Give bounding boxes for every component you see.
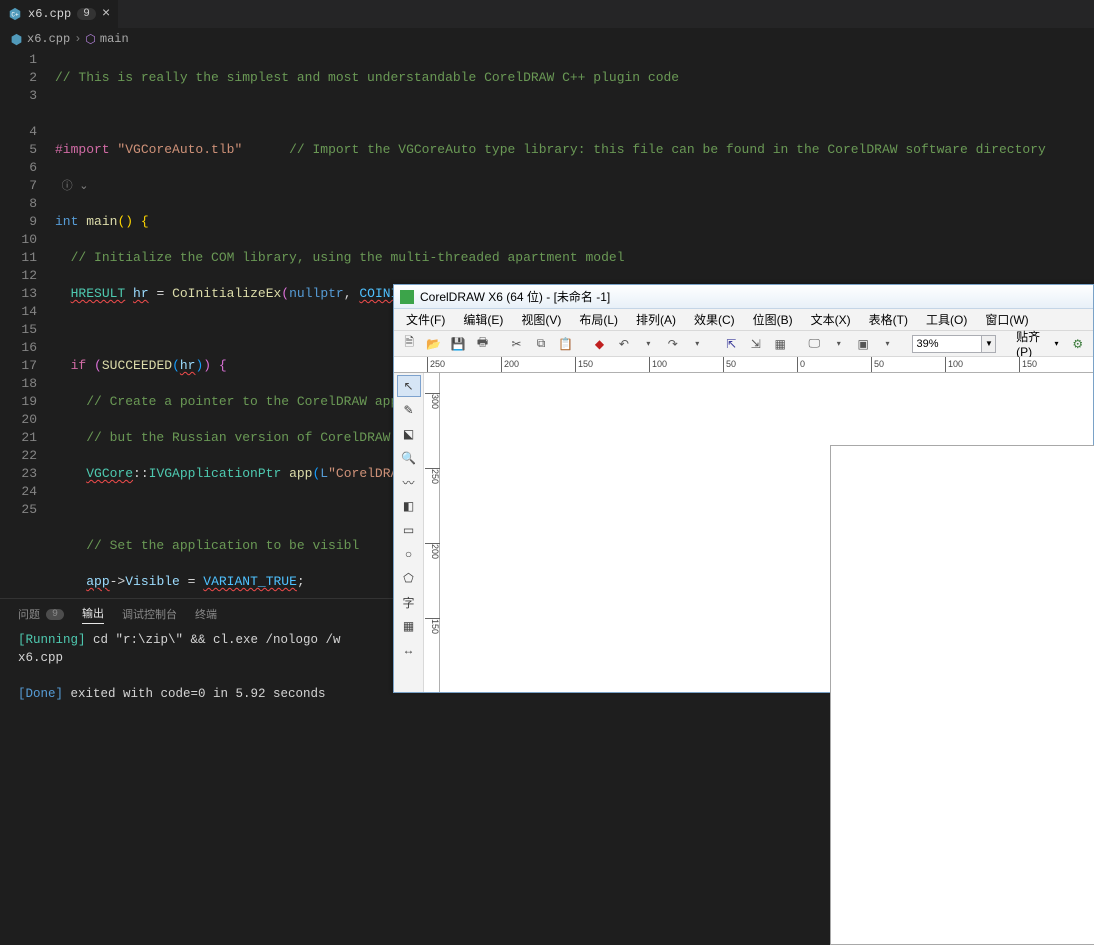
ellipse-tool-icon[interactable]: ○ — [397, 543, 421, 565]
new-file-icon[interactable]: 🗎 — [400, 334, 418, 354]
editor-tab-x6cpp[interactable]: C+ x6.cpp 9 × — [0, 0, 118, 28]
svg-text:C+: C+ — [11, 12, 19, 19]
tab-problem-badge: 9 — [77, 8, 96, 20]
open-file-icon[interactable]: 📂 — [424, 334, 442, 354]
import-icon[interactable]: ⇱ — [722, 334, 740, 354]
chevron-right-icon: › — [74, 32, 81, 46]
shape-tool-icon[interactable]: ✎ — [397, 399, 421, 421]
zoom-input[interactable] — [912, 335, 982, 353]
menu-view[interactable]: 视图(V) — [513, 309, 569, 330]
coreldraw-menubar: 文件(F) 编辑(E) 视图(V) 布局(L) 排列(A) 效果(C) 位图(B… — [394, 309, 1093, 331]
output-running-label: [Running] — [18, 633, 86, 647]
page-rectangle[interactable] — [830, 445, 1094, 945]
crop-tool-icon[interactable]: ⬕ — [397, 423, 421, 445]
pick-tool-icon[interactable]: ↖ — [397, 375, 421, 397]
launch-icon[interactable]: 🖵 — [805, 334, 823, 354]
horizontal-ruler[interactable]: 250 200 150 100 50 0 50 100 150 — [394, 357, 1093, 373]
undo-dd-icon[interactable]: ▾ — [639, 334, 657, 354]
save-icon[interactable]: 💾 — [449, 334, 467, 354]
redo-dd-icon[interactable]: ▾ — [688, 334, 706, 354]
options-icon[interactable]: ⚙ — [1069, 334, 1087, 354]
line-gutter: 1234567891011121314151617181920212223242… — [0, 50, 55, 598]
menu-text[interactable]: 文本(X) — [803, 309, 859, 330]
tab-terminal[interactable]: 终端 — [195, 606, 217, 622]
tab-output[interactable]: 输出 — [82, 605, 104, 624]
snap-dropdown[interactable]: 贴齐(P) ▾ — [1012, 328, 1062, 359]
editor-tab-bar: C+ x6.cpp 9 × — [0, 0, 1094, 28]
text-tool-icon[interactable]: 字 — [397, 591, 421, 613]
menu-tools[interactable]: 工具(O) — [918, 309, 975, 330]
menu-table[interactable]: 表格(T) — [861, 309, 916, 330]
menu-file[interactable]: 文件(F) — [398, 309, 453, 330]
menu-layout[interactable]: 布局(L) — [571, 309, 626, 330]
code-lens-icon[interactable]: ⓘ ⌄ — [55, 181, 88, 193]
coreldraw-toolbar: 🗎 📂 💾 🖶 ✂ ⧉ 📋 ◆ ↶ ▾ ↷ ▾ ⇱ ⇲ ▦ 🖵 ▾ ▣ ▾ ▼ … — [394, 331, 1093, 357]
breadcrumb: x6.cpp › ⬡ main — [0, 28, 1094, 50]
polygon-tool-icon[interactable]: ⬠ — [397, 567, 421, 589]
welcome-dd-icon[interactable]: ▾ — [878, 334, 896, 354]
redo-icon[interactable]: ↷ — [664, 334, 682, 354]
menu-edit[interactable]: 编辑(E) — [455, 309, 511, 330]
tab-filename: x6.cpp — [28, 7, 71, 21]
symbol-icon: ⬡ — [85, 32, 95, 47]
coreldraw-titlebar[interactable]: CorelDRAW X6 (64 位) - [未命名 -1] — [394, 285, 1093, 309]
cut-icon[interactable]: ✂ — [507, 334, 525, 354]
zoom-tool-icon[interactable]: 🔍 — [397, 447, 421, 469]
print-icon[interactable]: 🖶 — [473, 334, 491, 354]
export-icon[interactable]: ⇲ — [747, 334, 765, 354]
coreldraw-logo-icon — [400, 290, 414, 304]
rectangle-tool-icon[interactable]: ▭ — [397, 519, 421, 541]
zoom-combo[interactable]: ▼ — [912, 335, 996, 353]
paste-icon[interactable]: 📋 — [556, 334, 574, 354]
coreldraw-toolbox: ↖ ✎ ⬕ 🔍 〰 ◧ ▭ ○ ⬠ 字 ▦ ↔ — [394, 373, 424, 692]
tab-debug-console[interactable]: 调试控制台 — [122, 606, 177, 622]
copy-icon[interactable]: ⧉ — [532, 334, 550, 354]
chevron-down-icon[interactable]: ▼ — [982, 335, 996, 353]
breadcrumb-file[interactable]: x6.cpp — [27, 32, 70, 46]
coreldraw-title-text: CorelDRAW X6 (64 位) - [未命名 -1] — [420, 288, 610, 305]
menu-window[interactable]: 窗口(W) — [977, 309, 1036, 330]
breadcrumb-symbol[interactable]: main — [100, 32, 129, 46]
cpp-file-icon: C+ — [8, 7, 22, 21]
close-icon[interactable]: × — [102, 6, 110, 22]
welcome-icon[interactable]: ▣ — [854, 334, 872, 354]
cpp-file-icon — [10, 33, 23, 46]
launch-dd-icon[interactable]: ▾ — [830, 334, 848, 354]
coreldraw-canvas[interactable] — [440, 373, 1093, 692]
menu-effects[interactable]: 效果(C) — [686, 309, 743, 330]
menu-bitmap[interactable]: 位图(B) — [745, 309, 801, 330]
smart-fill-icon[interactable]: ◧ — [397, 495, 421, 517]
eraser-icon[interactable]: ◆ — [590, 334, 608, 354]
vertical-ruler[interactable]: 300 250 200 150 — [424, 373, 440, 692]
undo-icon[interactable]: ↶ — [615, 334, 633, 354]
coreldraw-window[interactable]: CorelDRAW X6 (64 位) - [未命名 -1] 文件(F) 编辑(… — [393, 284, 1094, 693]
dimension-tool-icon[interactable]: ↔ — [397, 639, 421, 661]
output-done-label: [Done] — [18, 687, 63, 701]
table-tool-icon[interactable]: ▦ — [397, 615, 421, 637]
tab-problems[interactable]: 问题 9 — [18, 606, 64, 622]
menu-arrange[interactable]: 排列(A) — [628, 309, 684, 330]
problems-count-badge: 9 — [46, 609, 64, 620]
publish-icon[interactable]: ▦ — [771, 334, 789, 354]
freehand-tool-icon[interactable]: 〰 — [397, 471, 421, 493]
